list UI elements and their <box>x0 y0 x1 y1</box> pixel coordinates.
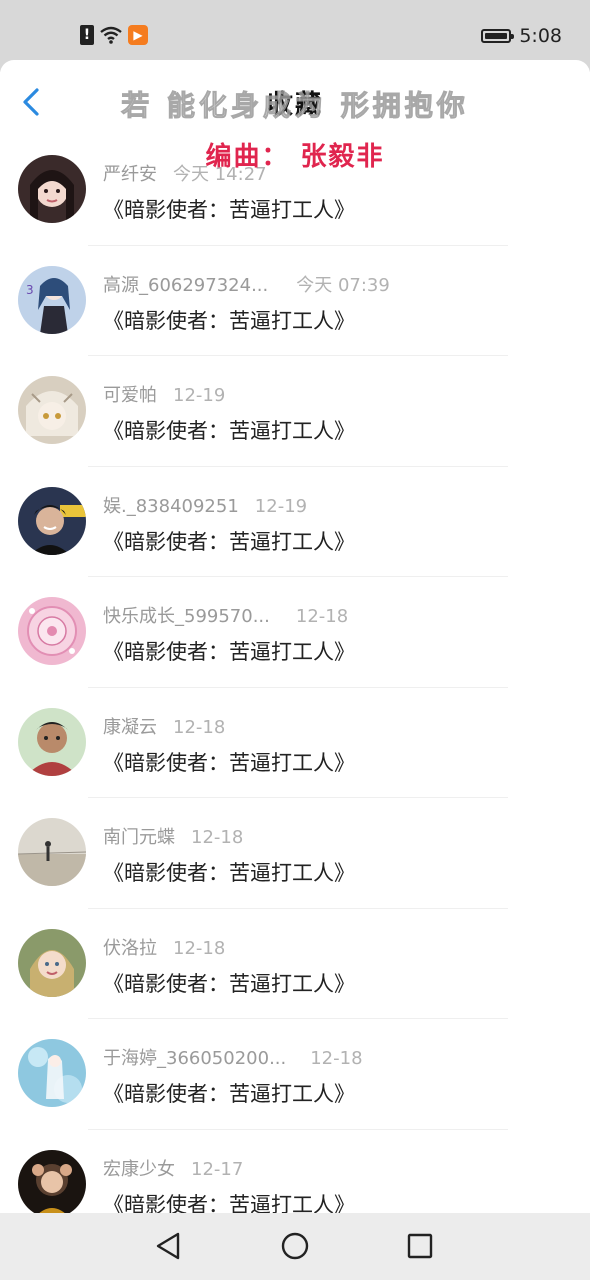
user-name[interactable]: 高源_606297324... <box>103 275 268 296</box>
list-item[interactable]: 南门元蝶 12-18 《暗影使者：苦逼打工人》 <box>0 798 590 909</box>
system-nav-bar <box>0 1213 590 1280</box>
item-time: 今天 07:39 <box>296 274 390 296</box>
list-item[interactable]: 于海婷_366050200... 12-18 《暗影使者：苦逼打工人》 <box>0 1019 590 1130</box>
avatar[interactable] <box>18 597 86 665</box>
nav-home-button[interactable] <box>280 1231 310 1261</box>
list-item[interactable]: 康凝云 12-18 《暗影使者：苦逼打工人》 <box>0 688 590 798</box>
nav-recent-button[interactable] <box>405 1231 435 1261</box>
item-title[interactable]: 《暗影使者：苦逼打工人》 <box>103 194 355 224</box>
user-name[interactable]: 伏洛拉 <box>103 938 157 959</box>
wifi-icon <box>100 26 122 44</box>
list-item[interactable]: 3 高源_606297324... 今天 07:39 《暗影使者：苦逼打工人》 <box>0 246 590 356</box>
status-icons-left: ! ▶ <box>80 25 148 45</box>
page-header: 收藏 若 能化身成为 形拥抱你 <box>0 60 590 136</box>
avatar[interactable] <box>18 376 86 444</box>
item-meta: 伏洛拉 12-18 <box>103 934 225 960</box>
avatar[interactable] <box>18 1149 86 1218</box>
lyrics-credit-overlay: 编曲： 张毅非 <box>205 142 385 172</box>
user-name[interactable]: 南门元蝶 <box>103 827 175 848</box>
user-name[interactable]: 可爱帕 <box>103 385 157 406</box>
item-time: 12-18 <box>173 716 226 738</box>
user-name[interactable]: 宏康少女 <box>103 1159 175 1180</box>
user-name[interactable]: 康凝云 <box>103 717 157 738</box>
status-icons-right: 5:08 <box>481 25 562 47</box>
item-title[interactable]: 《暗影使者：苦逼打工人》 <box>103 526 355 556</box>
list-item[interactable]: 娱._838409251 12-19 《暗影使者：苦逼打工人》 <box>0 467 590 577</box>
item-title[interactable]: 《暗影使者：苦逼打工人》 <box>103 415 355 445</box>
item-time: 12-18 <box>295 606 349 627</box>
app-badge-icon: ▶ <box>128 25 148 45</box>
avatar[interactable] <box>18 818 86 886</box>
favorites-list: 严纤安 今天 14:27 《暗影使者：苦逼打工人》 3 高源_606297324.… <box>0 135 590 1240</box>
nav-home-icon <box>281 1232 309 1260</box>
item-title[interactable]: 《暗影使者：苦逼打工人》 <box>103 305 355 335</box>
item-time: 12-18 <box>310 1048 363 1069</box>
nav-back-button[interactable] <box>154 1231 184 1261</box>
item-title[interactable]: 《暗影使者：苦逼打工人》 <box>103 968 355 998</box>
user-name[interactable]: 快乐成长_599570... <box>103 606 270 627</box>
item-meta: 高源_606297324... 今天 07:39 <box>103 271 390 297</box>
nav-recent-icon <box>407 1233 433 1259</box>
item-time: 12-19 <box>254 495 308 517</box>
sim-alert-icon: ! <box>80 25 94 45</box>
item-time: 12-17 <box>191 1158 244 1180</box>
lyrics-overlay: 若 能化身成为 形拥抱你 <box>121 89 469 123</box>
list-item[interactable]: 伏洛拉 12-18 《暗影使者：苦逼打工人》 <box>0 909 590 1019</box>
list-item[interactable]: 可爱帕 12-19 《暗影使者：苦逼打工人》 <box>0 356 590 467</box>
item-title[interactable]: 《暗影使者：苦逼打工人》 <box>103 747 355 777</box>
avatar[interactable] <box>18 707 86 776</box>
item-time: 12-19 <box>173 385 226 406</box>
status-clock: 5:08 <box>519 25 562 47</box>
item-meta: 娱._838409251 12-19 <box>103 492 307 518</box>
item-time: 12-18 <box>191 827 244 848</box>
item-meta: 宏康少女 12-17 <box>103 1155 243 1181</box>
item-meta: 可爱帕 12-19 <box>103 381 225 407</box>
user-name[interactable]: 娱._838409251 <box>103 496 239 517</box>
item-meta: 康凝云 12-18 <box>103 713 225 739</box>
item-time: 12-18 <box>173 937 226 959</box>
avatar[interactable] <box>18 1039 86 1107</box>
battery-icon <box>481 29 515 43</box>
item-title[interactable]: 《暗影使者：苦逼打工人》 <box>103 1078 355 1108</box>
avatar[interactable] <box>18 928 86 997</box>
avatar[interactable]: 3 <box>18 265 86 334</box>
item-title[interactable]: 《暗影使者：苦逼打工人》 <box>103 857 355 887</box>
item-title[interactable]: 《暗影使者：苦逼打工人》 <box>103 636 355 666</box>
svg-text:3: 3 <box>26 283 34 297</box>
avatar[interactable] <box>18 486 86 555</box>
item-meta: 于海婷_366050200... 12-18 <box>103 1044 363 1070</box>
user-name[interactable]: 于海婷_366050200... <box>103 1048 286 1069</box>
item-meta: 南门元蝶 12-18 <box>103 823 243 849</box>
item-meta: 快乐成长_599570... 12-18 <box>103 602 348 628</box>
list-item[interactable]: 快乐成长_599570... 12-18 《暗影使者：苦逼打工人》 <box>0 577 590 688</box>
nav-back-icon <box>156 1232 180 1260</box>
